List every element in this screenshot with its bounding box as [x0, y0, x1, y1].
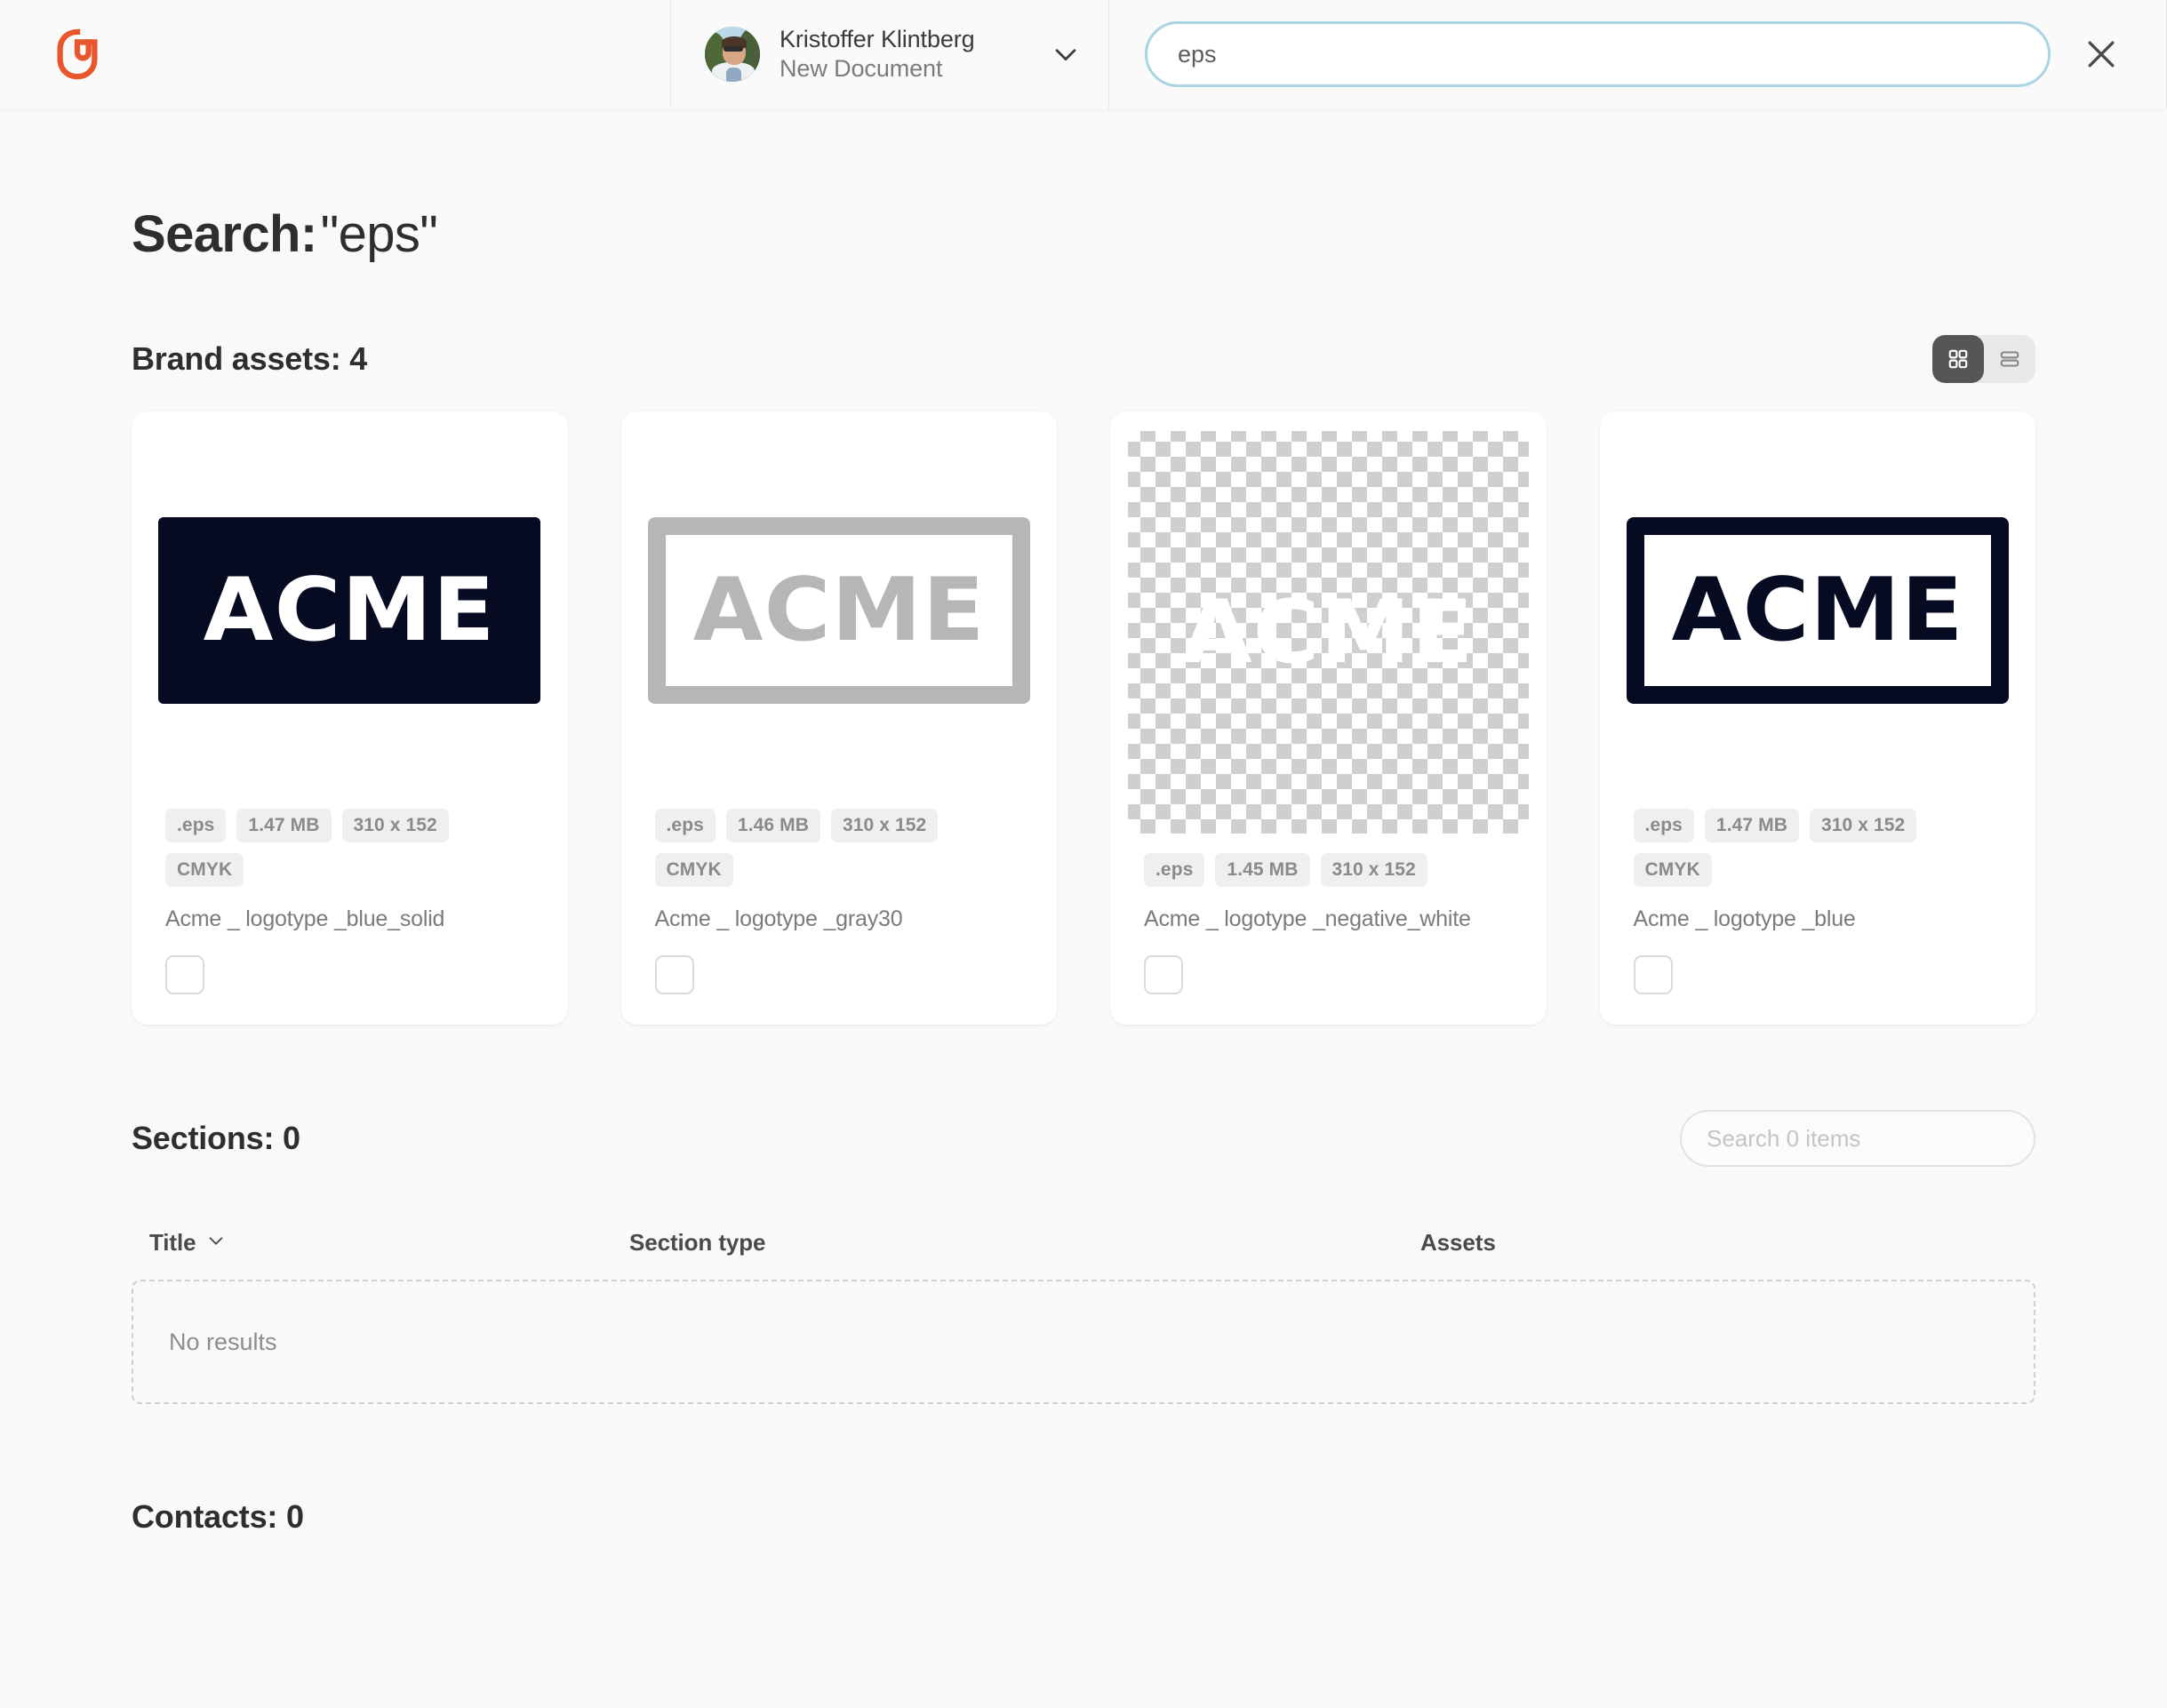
asset-card[interactable]: ACME .eps 1.46 MB 310 x 152 CMYK Acme _ …: [620, 411, 1058, 1025]
wordmark: ACME: [692, 559, 986, 661]
search-results-page: Search:"eps" Brand assets: 4 ACME .eps 1…: [0, 108, 2167, 1708]
badge-dimensions: 310 x 152: [831, 809, 939, 842]
asset-meta: .eps 1.47 MB 310 x 152 CMYK Acme _ logot…: [132, 809, 568, 1025]
asset-badges: .eps 1.45 MB 310 x 152: [1144, 853, 1513, 887]
page-title-lead: Search:: [132, 205, 317, 263]
asset-thumbnail: ACME: [1110, 411, 1547, 853]
asset-select-checkbox[interactable]: [165, 955, 204, 994]
sections-header: Sections: 0: [132, 1110, 2035, 1167]
column-header-title[interactable]: Title: [149, 1229, 629, 1257]
asset-badges: .eps 1.47 MB 310 x 152 CMYK: [1633, 809, 2003, 887]
badge-format: .eps: [1144, 853, 1205, 887]
asset-thumbnail: ACME: [621, 411, 1058, 809]
brand-assets-heading: Brand assets: 4: [132, 340, 368, 377]
app-header: Kristoffer Klintberg New Document: [0, 0, 2167, 108]
asset-card[interactable]: ACME .eps 1.47 MB 310 x 152 CMYK Acme _ …: [1599, 411, 2036, 1025]
badge-dimensions: 310 x 152: [341, 809, 449, 842]
column-section-type-label: Section type: [629, 1229, 766, 1256]
search-input[interactable]: [1145, 21, 2051, 87]
wordmark: ACME: [1181, 581, 1475, 683]
badge-format: .eps: [654, 809, 716, 842]
chevron-down-icon[interactable]: [206, 1229, 226, 1257]
asset-card-grid: ACME .eps 1.47 MB 310 x 152 CMYK Acme _ …: [132, 411, 2035, 1025]
asset-thumbnail: ACME: [132, 411, 568, 809]
sections-search-input[interactable]: [1680, 1110, 2035, 1167]
column-assets-label: Assets: [1420, 1229, 1496, 1256]
badge-filesize: 1.47 MB: [1704, 809, 1799, 842]
asset-meta: .eps 1.46 MB 310 x 152 CMYK Acme _ logot…: [621, 809, 1058, 1025]
wordmark: ACME: [1671, 559, 1964, 661]
logo-preview: ACME: [647, 516, 1030, 704]
user-meta: Kristoffer Klintberg New Document: [780, 25, 1027, 84]
badge-format: .eps: [165, 809, 227, 842]
sections-heading: Sections: 0: [132, 1120, 300, 1156]
badge-dimensions: 310 x 152: [1320, 853, 1427, 887]
badge-filesize: 1.45 MB: [1215, 853, 1310, 887]
badge-dimensions: 310 x 152: [1810, 809, 1917, 842]
view-toggle: [1932, 335, 2035, 383]
user-account-switcher[interactable]: Kristoffer Klintberg New Document: [670, 0, 1109, 108]
paperclip-logo-icon[interactable]: [50, 27, 105, 82]
avatar: [705, 27, 760, 82]
badge-format: .eps: [1633, 809, 1694, 842]
badge-filesize: 1.47 MB: [236, 809, 332, 842]
asset-badges: .eps 1.47 MB 310 x 152 CMYK: [165, 809, 534, 887]
search-zone: [1109, 0, 2159, 108]
wordmark: ACME: [203, 559, 496, 661]
logo-preview: ACME: [1626, 516, 2009, 704]
asset-meta: .eps 1.45 MB 310 x 152 Acme _ logotype _…: [1110, 853, 1547, 1025]
asset-select-checkbox[interactable]: [1633, 955, 1673, 994]
list-view-icon[interactable]: [1984, 335, 2035, 383]
brand-zone: [0, 0, 670, 108]
contacts-heading: Contacts: 0: [132, 1498, 304, 1535]
sections-table-header: Title Section type Assets: [132, 1229, 2035, 1257]
asset-name: Acme _ logotype _gray30: [654, 906, 903, 931]
asset-badges: .eps 1.46 MB 310 x 152 CMYK: [654, 809, 1024, 887]
asset-name: Acme _ logotype _negative_white: [1144, 906, 1471, 931]
close-icon[interactable]: [2074, 27, 2129, 82]
document-name: New Document: [780, 55, 943, 82]
logo-preview: ACME: [1137, 539, 1519, 726]
asset-meta: .eps 1.47 MB 310 x 152 CMYK Acme _ logot…: [1600, 809, 2036, 1025]
asset-card[interactable]: ACME .eps 1.45 MB 310 x 152 Acme _ logot…: [1110, 411, 1547, 1025]
page-title-term: "eps": [320, 205, 438, 263]
column-header-assets: Assets: [1420, 1229, 2018, 1257]
column-header-section-type: Section type: [629, 1229, 1420, 1257]
asset-select-checkbox[interactable]: [654, 955, 694, 994]
column-title-label: Title: [149, 1229, 196, 1256]
grid-view-icon[interactable]: [1932, 335, 1984, 383]
no-results-text: No results: [169, 1328, 277, 1355]
asset-thumbnail: ACME: [1600, 411, 2036, 809]
badge-colorspace: CMYK: [1633, 853, 1712, 887]
badge-filesize: 1.46 MB: [725, 809, 820, 842]
sections-empty-row: No results: [132, 1280, 2035, 1404]
page-title: Search:"eps": [132, 204, 2035, 264]
user-name: Kristoffer Klintberg: [780, 26, 975, 53]
badge-colorspace: CMYK: [654, 853, 733, 887]
asset-select-checkbox[interactable]: [1144, 955, 1183, 994]
chevron-down-icon[interactable]: [1046, 35, 1085, 74]
brand-assets-header: Brand assets: 4: [132, 335, 2035, 383]
asset-card[interactable]: ACME .eps 1.47 MB 310 x 152 CMYK Acme _ …: [132, 411, 568, 1025]
badge-colorspace: CMYK: [165, 853, 244, 887]
logo-preview: ACME: [158, 516, 541, 704]
asset-name: Acme _ logotype _blue_solid: [165, 906, 445, 931]
asset-name: Acme _ logotype _blue: [1633, 906, 1856, 931]
